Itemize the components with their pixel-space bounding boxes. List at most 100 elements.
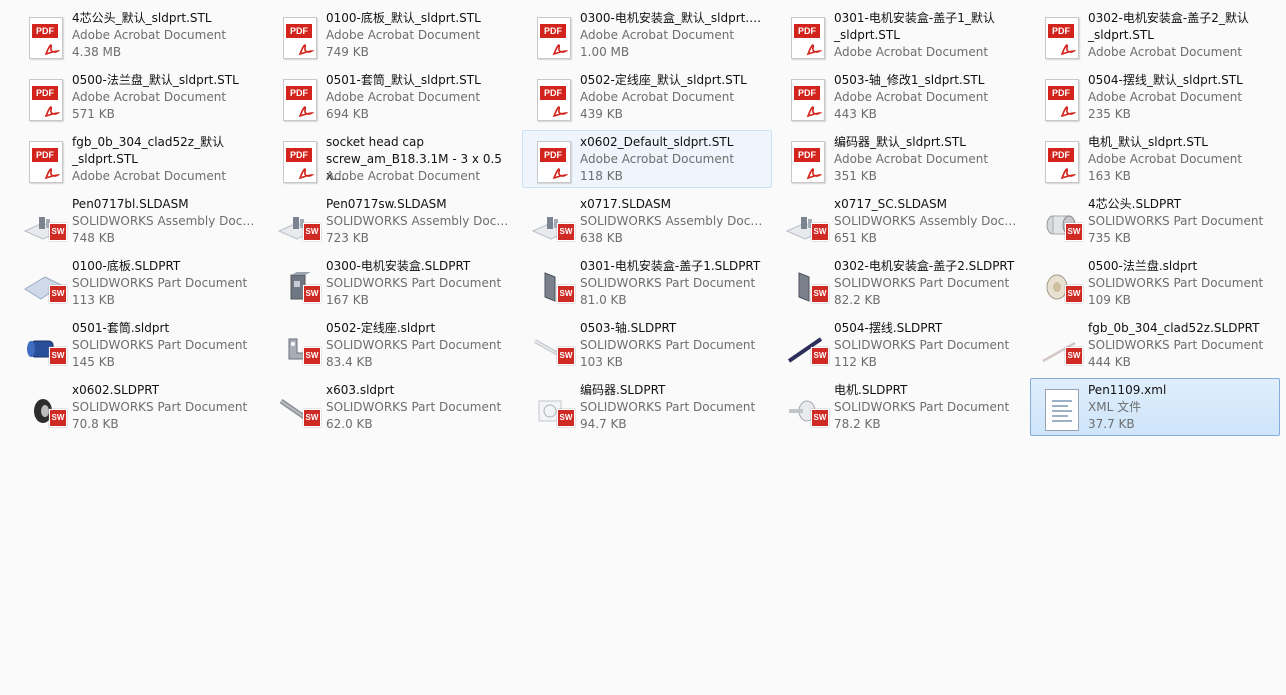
solidworks-badge-icon: SW	[811, 347, 829, 365]
file-type: SOLIDWORKS Part Document	[72, 276, 248, 290]
file-type: Adobe Acrobat Document	[834, 90, 989, 104]
file-name: 0500-法兰盘.sldprt	[1088, 259, 1198, 273]
file-type: SOLIDWORKS Part Document	[326, 338, 502, 352]
file-size: 443 KB	[834, 107, 877, 121]
file-name: 编码器.SLDPRT	[580, 383, 666, 397]
file-name: 0300-电机安装盒_默认_sldprt.STL	[580, 11, 768, 25]
file-name: x0717_SC.SLDASM	[834, 197, 947, 211]
file-size: 78.2 KB	[834, 417, 881, 431]
sw-flange-icon: SW	[1035, 261, 1083, 309]
file-name: Pen0717bl.SLDASM	[72, 197, 189, 211]
file-item[interactable]: PDF 编码器_默认_sldprt.STL Adobe Acrobat Docume…	[776, 130, 1026, 188]
file-name: 0504-摆线.SLDPRT	[834, 321, 943, 335]
file-item[interactable]: SW fgb_0b_304_clad52z.SLDPRT SOLIDWORKS Pa…	[1030, 316, 1280, 374]
file-type: Adobe Acrobat Document	[580, 152, 735, 166]
solidworks-badge-icon: SW	[303, 347, 321, 365]
file-item[interactable]: PDF 0503-轴_修改1_sldprt.STL Adobe Acrobat Do…	[776, 68, 1026, 126]
file-type: SOLIDWORKS Assembly Docu…	[580, 214, 768, 228]
file-type: SOLIDWORKS Part Document	[1088, 214, 1264, 228]
pdf-icon: PDF	[781, 13, 829, 61]
file-item[interactable]: PDF 0302-电机安装盒-盖子2_默认_sldprt.STL Adobe Acr…	[1030, 6, 1280, 64]
solidworks-badge-icon: SW	[557, 347, 575, 365]
file-size: 167 KB	[326, 293, 369, 307]
file-type: Adobe Acrobat Document	[580, 90, 735, 104]
file-name: fgb_0b_304_clad52z_默认_sldprt.STL	[72, 135, 225, 166]
file-item[interactable]: PDF 0504-摆线_默认_sldprt.STL Adobe Acrobat Do…	[1030, 68, 1280, 126]
file-size: 651 KB	[834, 231, 877, 245]
file-item[interactable]: PDF 4芯公头_默认_sldprt.STL Adobe Acrobat Docum…	[14, 6, 264, 64]
file-item[interactable]: PDF socket head cap screw_am_B18.3.1M - 3…	[268, 130, 518, 188]
file-item[interactable]: SW 0301-电机安装盒-盖子1.SLDPRT SOLIDWORKS Part D…	[522, 254, 772, 312]
solidworks-badge-icon: SW	[49, 409, 67, 427]
sw-motor-icon: SW	[781, 385, 829, 433]
file-size: 82.2 KB	[834, 293, 881, 307]
file-type: Adobe Acrobat Document	[72, 90, 227, 104]
solidworks-badge-icon: SW	[49, 285, 67, 303]
file-item[interactable]: SW Pen0717sw.SLDASM SOLIDWORKS Assembly Do…	[268, 192, 518, 250]
file-item[interactable]: SW 0500-法兰盘.sldprt SOLIDWORKS Part Documen…	[1030, 254, 1280, 312]
file-item[interactable]: SW x0717.SLDASM SOLIDWORKS Assembly Docu… 6…	[522, 192, 772, 250]
file-item[interactable]: PDF 0100-底板_默认_sldprt.STL Adobe Acrobat Do…	[268, 6, 518, 64]
file-name: 0100-底板_默认_sldprt.STL	[326, 11, 481, 25]
file-type: Adobe Acrobat Document	[72, 169, 227, 183]
file-item[interactable]: PDF fgb_0b_304_clad52z_默认_sldprt.STL Adobe…	[14, 130, 264, 188]
sw-shaft-icon: SW	[527, 323, 575, 371]
file-name: x0717.SLDASM	[580, 197, 671, 211]
file-size: 444 KB	[1088, 355, 1131, 369]
file-item[interactable]: PDF 0301-电机安装盒-盖子1_默认_sldprt.STL Adobe Acr…	[776, 6, 1026, 64]
file-item[interactable]: SW Pen0717bl.SLDASM SOLIDWORKS Assembly Do…	[14, 192, 264, 250]
file-size: 748 KB	[72, 231, 115, 245]
file-type: Adobe Acrobat Document	[326, 90, 481, 104]
file-item[interactable]: SW 0501-套筒.sldprt SOLIDWORKS Part Document…	[14, 316, 264, 374]
file-type: Adobe Acrobat Document	[1088, 45, 1243, 59]
file-item[interactable]: SW x0717_SC.SLDASM SOLIDWORKS Assembly Doc…	[776, 192, 1026, 250]
file-name: 0301-电机安装盒-盖子1_默认_sldprt.STL	[834, 11, 995, 42]
file-name: 0301-电机安装盒-盖子1.SLDPRT	[580, 259, 761, 273]
pdf-icon: PDF	[19, 13, 67, 61]
file-item[interactable]: SW 0503-轴.SLDPRT SOLIDWORKS Part Document 1…	[522, 316, 772, 374]
sw-assembly-icon: SW	[19, 199, 67, 247]
file-item[interactable]: SW 4芯公头.SLDPRT SOLIDWORKS Part Document 735…	[1030, 192, 1280, 250]
file-name: Pen1109.xml	[1088, 383, 1167, 397]
xml-icon	[1035, 385, 1083, 433]
file-item[interactable]: SW x0602.SLDPRT SOLIDWORKS Part Document 70…	[14, 378, 264, 436]
solidworks-badge-icon: SW	[303, 285, 321, 303]
pdf-icon: PDF	[273, 137, 321, 185]
file-name: 0100-底板.SLDPRT	[72, 259, 181, 273]
file-item[interactable]: SW x603.sldprt SOLIDWORKS Part Document 62.…	[268, 378, 518, 436]
file-name: x0602_Default_sldprt.STL	[580, 135, 734, 149]
file-item[interactable]: PDF 0300-电机安装盒_默认_sldprt.STL Adobe Acrobat…	[522, 6, 772, 64]
file-name: x0602.SLDPRT	[72, 383, 160, 397]
file-item[interactable]: PDF x0602_Default_sldprt.STL Adobe Acrobat…	[522, 130, 772, 188]
file-size: 94.7 KB	[580, 417, 627, 431]
file-item[interactable]: SW 0302-电机安装盒-盖子2.SLDPRT SOLIDWORKS Part D…	[776, 254, 1026, 312]
file-size: 112 KB	[834, 355, 877, 369]
file-type: SOLIDWORKS Part Document	[580, 338, 756, 352]
file-item[interactable]: PDF 电机_默认_sldprt.STL Adobe Acrobat Documen…	[1030, 130, 1280, 188]
sw-assembly-icon: SW	[273, 199, 321, 247]
file-size: 638 KB	[580, 231, 623, 245]
file-item[interactable]: PDF 0502-定线座_默认_sldprt.STL Adobe Acrobat D…	[522, 68, 772, 126]
file-item[interactable]: SW 0502-定线座.sldprt SOLIDWORKS Part Documen…	[268, 316, 518, 374]
file-item[interactable]: SW 0300-电机安装盒.SLDPRT SOLIDWORKS Part Docum…	[268, 254, 518, 312]
file-item[interactable]: SW 电机.SLDPRT SOLIDWORKS Part Document 78.2 …	[776, 378, 1026, 436]
file-type: XML 文件	[1088, 400, 1142, 414]
file-item[interactable]: SW 编码器.SLDPRT SOLIDWORKS Part Document 94.7…	[522, 378, 772, 436]
file-name: socket head cap screw_am_B18.3.1M - 3 x …	[326, 135, 502, 183]
pdf-icon: PDF	[273, 13, 321, 61]
file-item[interactable]: PDF 0501-套筒_默认_sldprt.STL Adobe Acrobat Do…	[268, 68, 518, 126]
file-item[interactable]: SW 0100-底板.SLDPRT SOLIDWORKS Part Document…	[14, 254, 264, 312]
solidworks-badge-icon: SW	[1065, 347, 1083, 365]
pdf-icon: PDF	[19, 137, 67, 185]
file-type: SOLIDWORKS Part Document	[580, 276, 756, 290]
file-type: SOLIDWORKS Part Document	[326, 276, 502, 290]
file-item[interactable]: Pen1109.xml XML 文件 37.7 KB	[1030, 378, 1280, 436]
file-size: 62.0 KB	[326, 417, 373, 431]
pdf-icon: PDF	[527, 137, 575, 185]
file-type: SOLIDWORKS Part Document	[72, 400, 248, 414]
file-item[interactable]: PDF 0500-法兰盘_默认_sldprt.STL Adobe Acrobat D…	[14, 68, 264, 126]
sw-thin-rod-icon: SW	[1035, 323, 1083, 371]
sw-wheel-icon: SW	[19, 385, 67, 433]
file-item[interactable]: SW 0504-摆线.SLDPRT SOLIDWORKS Part Document…	[776, 316, 1026, 374]
file-type: Adobe Acrobat Document	[326, 169, 481, 183]
